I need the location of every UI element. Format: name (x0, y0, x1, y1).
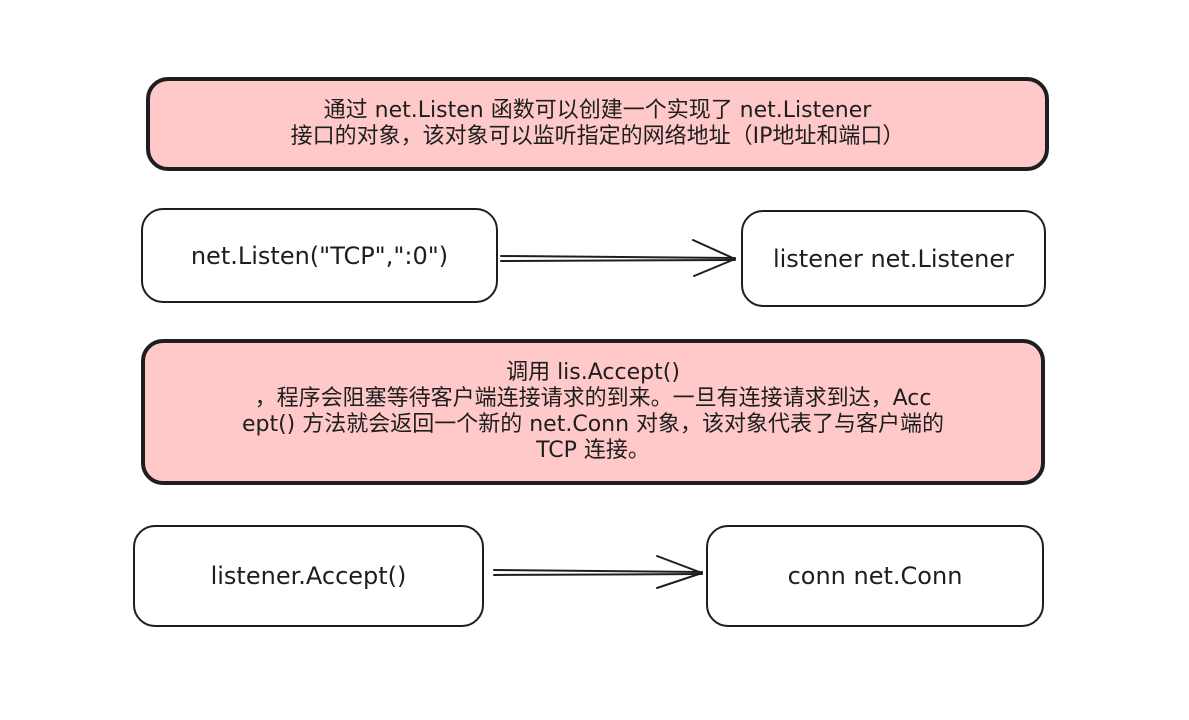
diagram-canvas: 通过 net.Listen 函数可以创建一个实现了 net.Listener 接… (0, 0, 1189, 720)
accept-call-node[interactable]: listener.Accept() (133, 525, 484, 627)
accept-explanation-text: 调用 lis.Accept() ，程序会阻塞等待客户端连接请求的到来。一旦有连接… (241, 360, 945, 463)
listen-call-label: net.Listen("TCP",":0") (190, 241, 449, 270)
accept-explanation-note: 调用 lis.Accept() ，程序会阻塞等待客户端连接请求的到来。一旦有连接… (141, 339, 1045, 485)
arrow-accept-to-conn (493, 555, 703, 589)
arrow-listen-to-listener (500, 239, 736, 277)
listen-explanation-note: 通过 net.Listen 函数可以创建一个实现了 net.Listener 接… (146, 77, 1049, 171)
accept-call-label: listener.Accept() (210, 562, 407, 590)
listen-call-node[interactable]: net.Listen("TCP",":0") (141, 208, 498, 303)
listener-result-node[interactable]: listener net.Listener (741, 210, 1046, 307)
conn-result-label: conn net.Conn (787, 562, 963, 590)
listener-result-label: listener net.Listener (772, 244, 1015, 273)
conn-result-node[interactable]: conn net.Conn (706, 525, 1044, 627)
listen-explanation-text: 通过 net.Listen 函数可以创建一个实现了 net.Listener 接… (290, 98, 905, 149)
